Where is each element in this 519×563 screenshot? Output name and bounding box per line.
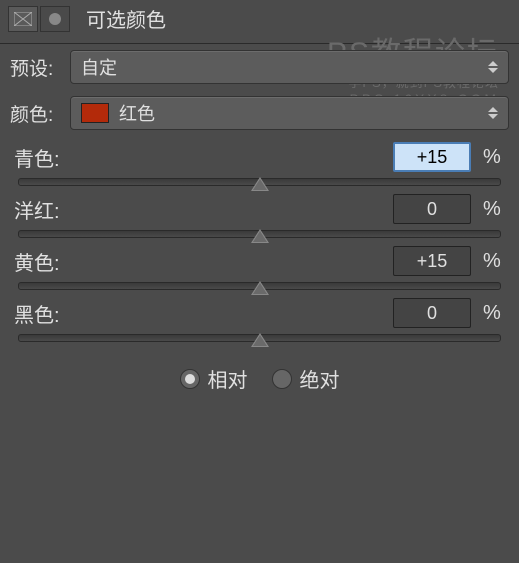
black-input[interactable] bbox=[393, 298, 471, 328]
header-icons bbox=[8, 6, 70, 32]
black-slider-thumb[interactable] bbox=[251, 333, 269, 347]
magenta-slider-thumb[interactable] bbox=[251, 229, 269, 243]
preset-row: 预设: 自定 bbox=[0, 44, 519, 90]
percent-label: % bbox=[483, 146, 505, 169]
yellow-slider-thumb[interactable] bbox=[251, 281, 269, 295]
black-slider-group: 黑色: % bbox=[14, 298, 505, 342]
select-arrows-icon bbox=[488, 61, 498, 73]
radio-circle-icon bbox=[272, 369, 292, 389]
yellow-label: 黄色: bbox=[14, 247, 94, 276]
preset-select[interactable]: 自定 bbox=[70, 50, 509, 84]
tab-icon-1[interactable] bbox=[8, 6, 38, 32]
tab-icon-2[interactable] bbox=[40, 6, 70, 32]
yellow-input[interactable] bbox=[393, 246, 471, 276]
yellow-slider-group: 黄色: % bbox=[14, 246, 505, 290]
radio-circle-icon bbox=[180, 369, 200, 389]
radio-absolute[interactable]: 绝对 bbox=[272, 364, 340, 393]
cyan-slider-group: 青色: % bbox=[14, 142, 505, 186]
magenta-slider-group: 洋红: % bbox=[14, 194, 505, 238]
cyan-input[interactable] bbox=[393, 142, 471, 172]
color-label: 颜色: bbox=[10, 100, 70, 127]
mode-radios: 相对 绝对 bbox=[0, 350, 519, 407]
cyan-label: 青色: bbox=[14, 143, 94, 172]
yellow-slider-track[interactable] bbox=[18, 282, 501, 290]
color-select[interactable]: 红色 bbox=[70, 96, 509, 130]
preset-value: 自定 bbox=[81, 54, 117, 80]
sliders-section: 青色: % 洋红: % 黄色: % bbox=[0, 136, 519, 342]
select-arrows-icon bbox=[488, 107, 498, 119]
color-value: 红色 bbox=[119, 100, 155, 126]
black-slider-track[interactable] bbox=[18, 334, 501, 342]
preset-label: 预设: bbox=[10, 54, 70, 81]
radio-relative-label: 相对 bbox=[208, 364, 248, 393]
magenta-label: 洋红: bbox=[14, 195, 94, 224]
cyan-slider-thumb[interactable] bbox=[251, 177, 269, 191]
magenta-input[interactable] bbox=[393, 194, 471, 224]
percent-label: % bbox=[483, 302, 505, 325]
radio-relative[interactable]: 相对 bbox=[180, 364, 248, 393]
cyan-slider-track[interactable] bbox=[18, 178, 501, 186]
color-swatch bbox=[81, 103, 109, 123]
radio-absolute-label: 绝对 bbox=[300, 364, 340, 393]
percent-label: % bbox=[483, 198, 505, 221]
percent-label: % bbox=[483, 250, 505, 273]
color-row: 颜色: 红色 bbox=[0, 90, 519, 136]
panel-title: 可选颜色 bbox=[86, 4, 166, 33]
magenta-slider-track[interactable] bbox=[18, 230, 501, 238]
black-label: 黑色: bbox=[14, 299, 94, 328]
